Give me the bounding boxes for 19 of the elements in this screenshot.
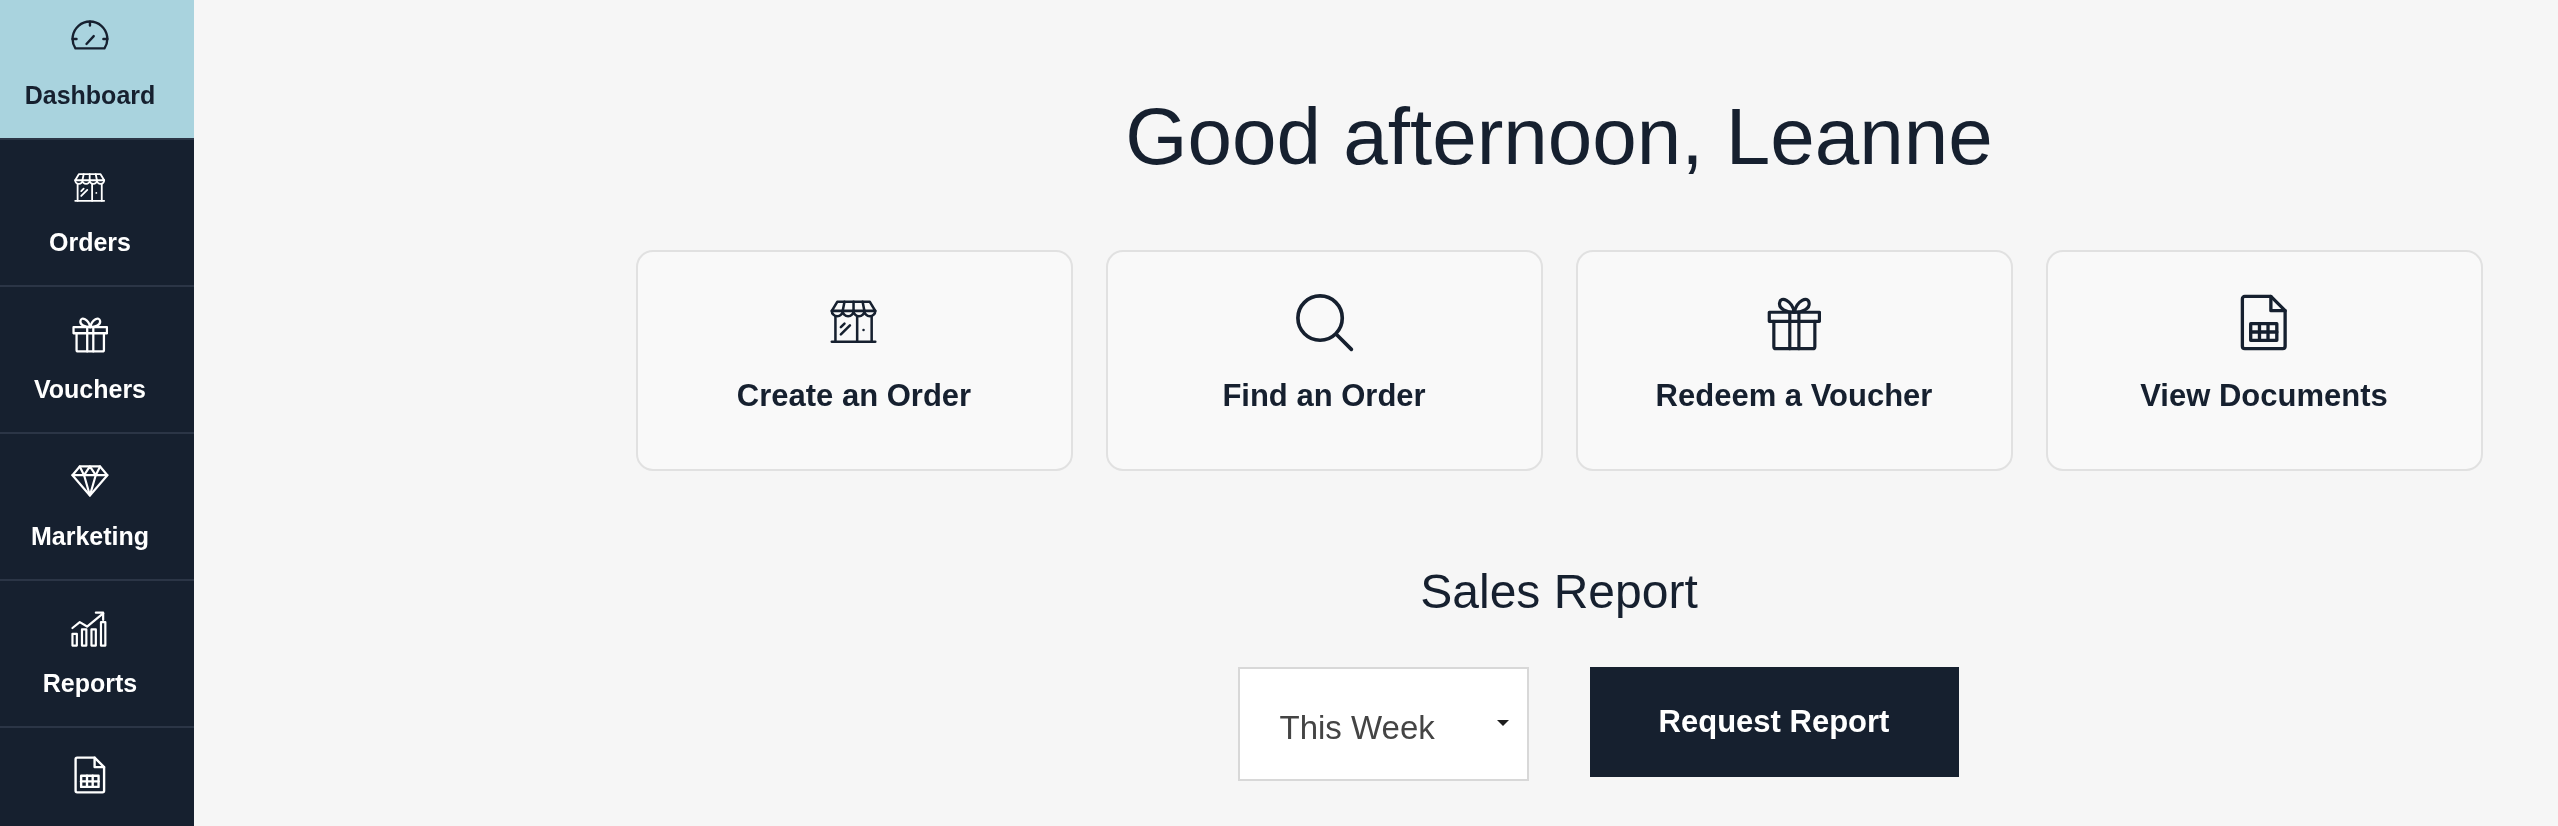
quick-action-button[interactable]: Create an Order xyxy=(635,250,1073,471)
storefront-icon xyxy=(74,172,106,202)
nav-item[interactable]: Dashboard xyxy=(0,0,194,138)
caret-icon xyxy=(1496,720,1509,726)
gauge-icon xyxy=(71,20,109,50)
gift-icon xyxy=(71,315,109,353)
document-icon xyxy=(2240,293,2288,351)
quick-action-button[interactable]: Redeem a Voucher xyxy=(1575,250,2013,471)
diamond-icon xyxy=(71,465,109,497)
bar-chart-icon xyxy=(71,609,109,647)
quick-action-button[interactable]: View Documents xyxy=(2045,250,2483,471)
document-icon xyxy=(74,756,106,794)
search-icon xyxy=(1294,292,1354,352)
quick-action-button[interactable]: Find an Order xyxy=(1105,250,1543,471)
period-dropdown[interactable]: This Week xyxy=(1237,667,1529,781)
section-heading: Sales Report xyxy=(1420,564,1698,620)
request-report-button[interactable]: Request Report xyxy=(1589,667,1959,777)
storefront-icon xyxy=(830,300,878,344)
greeting-heading: Good afternoon, Leanne xyxy=(1125,91,1993,183)
